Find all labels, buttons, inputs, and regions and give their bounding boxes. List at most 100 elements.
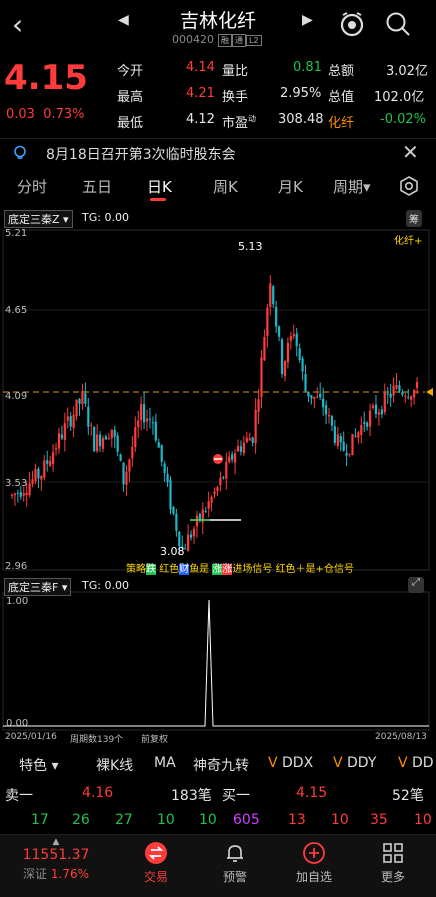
candle-body (142, 404, 146, 423)
tab-monthly[interactable]: 月K (278, 176, 303, 197)
candle-body (128, 459, 131, 472)
candle-body (236, 446, 240, 452)
ind-ma[interactable]: MA (154, 755, 176, 771)
candle-body (324, 405, 328, 415)
sub-indicator-line (3, 599, 429, 727)
candle-body (31, 479, 34, 484)
candle-body (72, 414, 75, 429)
candle-body (327, 415, 331, 417)
tab-period[interactable]: 周期▾ (333, 176, 371, 197)
candle-body (254, 409, 257, 444)
nav-more[interactable]: 更多 (363, 841, 423, 885)
candle-body (239, 446, 243, 452)
candle-body (37, 468, 40, 479)
sector-name[interactable]: 化纤 (328, 112, 354, 131)
candle-body (304, 373, 307, 392)
candle-body (34, 469, 37, 482)
candle-body (354, 435, 357, 437)
candle-body (192, 528, 196, 537)
tab-5day[interactable]: 五日 (82, 176, 112, 197)
candle-body (187, 534, 190, 552)
buy1-volume: 52笔 (392, 788, 424, 804)
candle-body (28, 483, 31, 496)
adjust-mode[interactable]: 前复权 (141, 732, 168, 745)
ind-special[interactable]: 特色 ▾ (19, 755, 58, 775)
candle-body (131, 446, 134, 459)
trade-icon (145, 842, 167, 864)
nav-add-label: 加自选 (295, 870, 332, 884)
pe-label-text: 市盈 (222, 116, 249, 131)
change-row: 0.03 0.73% (6, 107, 85, 122)
nav-trade[interactable]: 交易 (126, 841, 186, 885)
b-num-3: 10 (331, 812, 349, 828)
ind-bare-k[interactable]: 裸K线 (96, 755, 133, 775)
sector-tag[interactable]: 化纤+ (394, 232, 422, 247)
ind-td9[interactable]: 神奇九转 (193, 755, 249, 775)
candles-group (10, 275, 419, 556)
nav-add-watchlist[interactable]: 加自选 (284, 841, 344, 885)
candle-body (43, 460, 46, 478)
candle-body (63, 423, 66, 440)
y-label-bottom: 2.96 (5, 561, 28, 572)
notice-bar[interactable]: 8月18日召开第3次临时股东会 ✕ (0, 138, 436, 166)
ind-ddz[interactable]: V DD (398, 755, 434, 771)
sub-frame (2, 591, 430, 731)
nav-alert[interactable]: 预警 (205, 841, 265, 885)
settings-icon[interactable] (398, 175, 420, 197)
index-ticker[interactable]: ▲ 11551.37 深证 1.76% (0, 835, 112, 882)
candle-body (231, 454, 234, 460)
candle-body (122, 462, 125, 485)
open-value: 4.14 (186, 60, 215, 75)
y-label-2: 4.65 (5, 305, 28, 316)
next-stock-icon[interactable]: ▶ (302, 12, 313, 28)
b-num-5: 10 (414, 812, 432, 828)
candle-body (339, 435, 342, 443)
legend-2: 跌 (146, 564, 156, 575)
s-num-4: 10 (157, 812, 175, 828)
candle-body (319, 393, 322, 398)
candle-body (392, 385, 395, 396)
candle-body (110, 429, 113, 439)
ind-ddy[interactable]: V DDY (333, 755, 376, 771)
sub-indicator-select[interactable]: 底定三秦F ▾ (4, 578, 72, 596)
candle-body (172, 506, 175, 514)
legend-8: 进场信号 (232, 564, 273, 575)
bottom-nav: ▲ 11551.37 深证 1.76% 交易 预警 加自选 更多 (0, 834, 436, 897)
kline-chart-area[interactable]: 底定三秦Z ▾ TG: 0.00 筹 化纤+ 5.21 4.65 4.09 3.… (0, 206, 436, 746)
candle-body (160, 444, 163, 462)
tab-daily[interactable]: 日K (147, 176, 172, 197)
candle-body (401, 392, 404, 395)
mktval-value: 102.0亿 (374, 90, 425, 105)
candle-body (207, 501, 210, 509)
ind-ddx-text: DDX (282, 755, 314, 771)
alarm-icon[interactable] (338, 10, 366, 38)
candle-body (195, 515, 199, 527)
close-icon[interactable]: ✕ (402, 140, 419, 164)
main-indicator-select[interactable]: 底定三秦Z ▾ (4, 210, 73, 228)
ind-ddx[interactable]: V DDX (268, 755, 313, 771)
pe-label: 市盈动 (222, 112, 256, 131)
candle-body (313, 396, 316, 399)
search-icon[interactable] (384, 10, 412, 38)
chip-button[interactable]: 筹 (406, 210, 422, 227)
tab-weekly[interactable]: 周K (213, 176, 238, 197)
code-text: 000420 (172, 33, 214, 46)
low-label: 最低 (117, 116, 144, 131)
candle-body (269, 283, 272, 307)
high-value: 4.21 (186, 86, 215, 101)
candle-body (175, 513, 178, 531)
candle-body (342, 441, 345, 451)
candle-body (54, 448, 58, 450)
candle-body (125, 471, 128, 485)
tab-intraday[interactable]: 分时 (17, 176, 47, 197)
candle-body (389, 393, 392, 398)
expand-icon[interactable]: ⤢ (408, 577, 424, 593)
candle-body (101, 438, 105, 449)
candle-body (289, 336, 292, 341)
candle-body (275, 306, 278, 327)
candle-body (395, 384, 398, 389)
legend-5: 鱼是 (189, 564, 210, 575)
sell1-price: 4.16 (82, 785, 114, 801)
candle-body (251, 437, 254, 443)
b-num-4: 35 (370, 812, 388, 828)
